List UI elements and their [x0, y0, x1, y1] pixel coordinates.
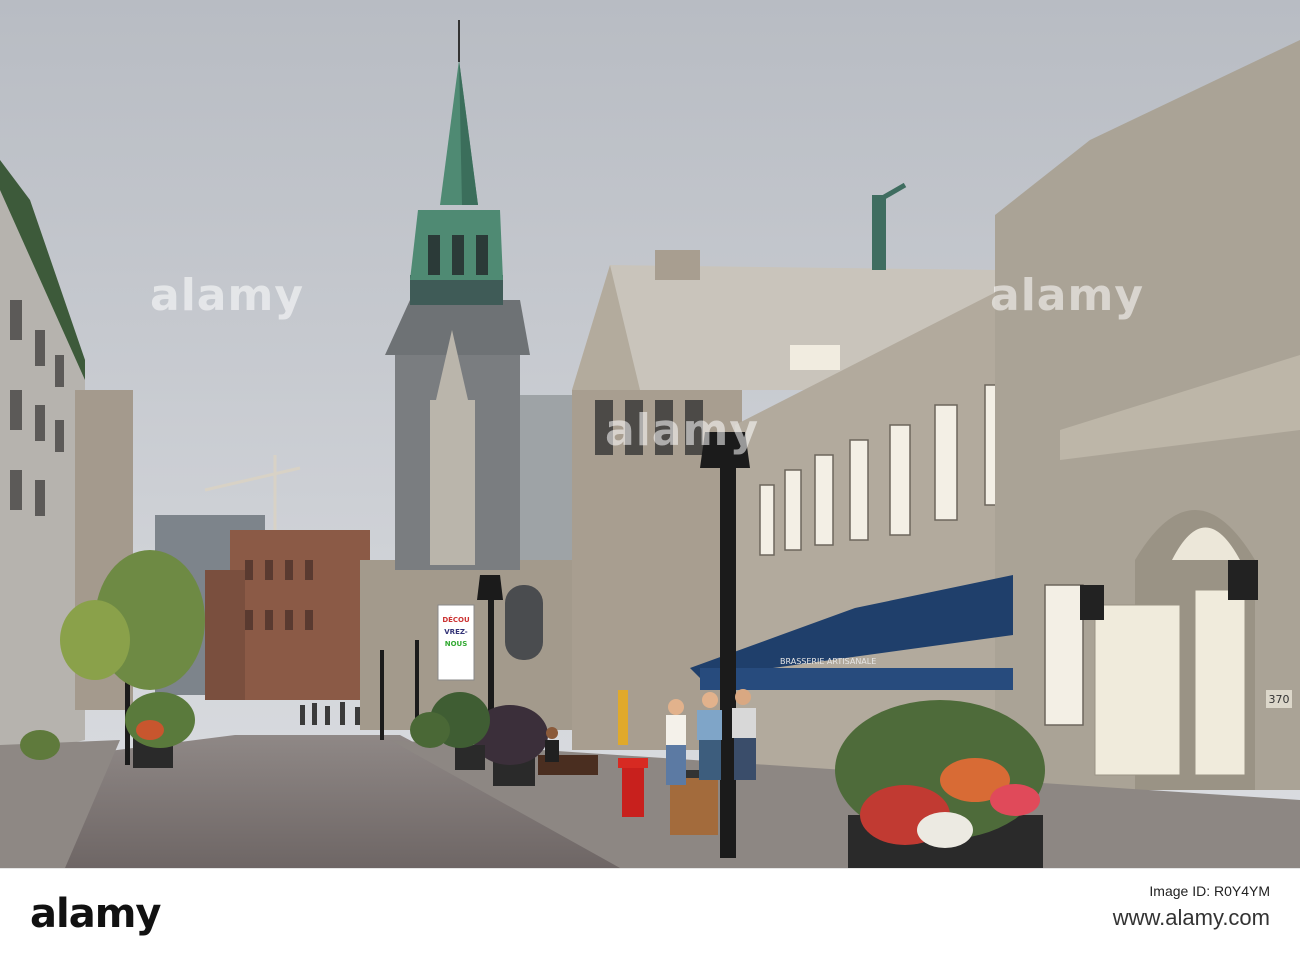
awning-text: BRASSERIE ARTISANALE [780, 657, 876, 666]
banner-text: DÉCOU [442, 615, 470, 624]
street-photo: DÉCOU VREZ- NOUS 370 BRASSERIE ARTISANAL… [0, 0, 1300, 868]
site-url[interactable]: www.alamy.com [1113, 905, 1270, 931]
stock-footer: alamy Image ID: R0Y4YM www.alamy.com [0, 868, 1300, 957]
svg-text:NOUS: NOUS [445, 640, 468, 648]
address-number: 370 [1269, 693, 1290, 706]
image-id: Image ID: R0Y4YM [1149, 883, 1270, 899]
footer-meta: Image ID: R0Y4YM www.alamy.com [1113, 883, 1270, 931]
brand-logo: alamy [30, 891, 161, 937]
svg-text:VREZ-: VREZ- [444, 628, 468, 636]
